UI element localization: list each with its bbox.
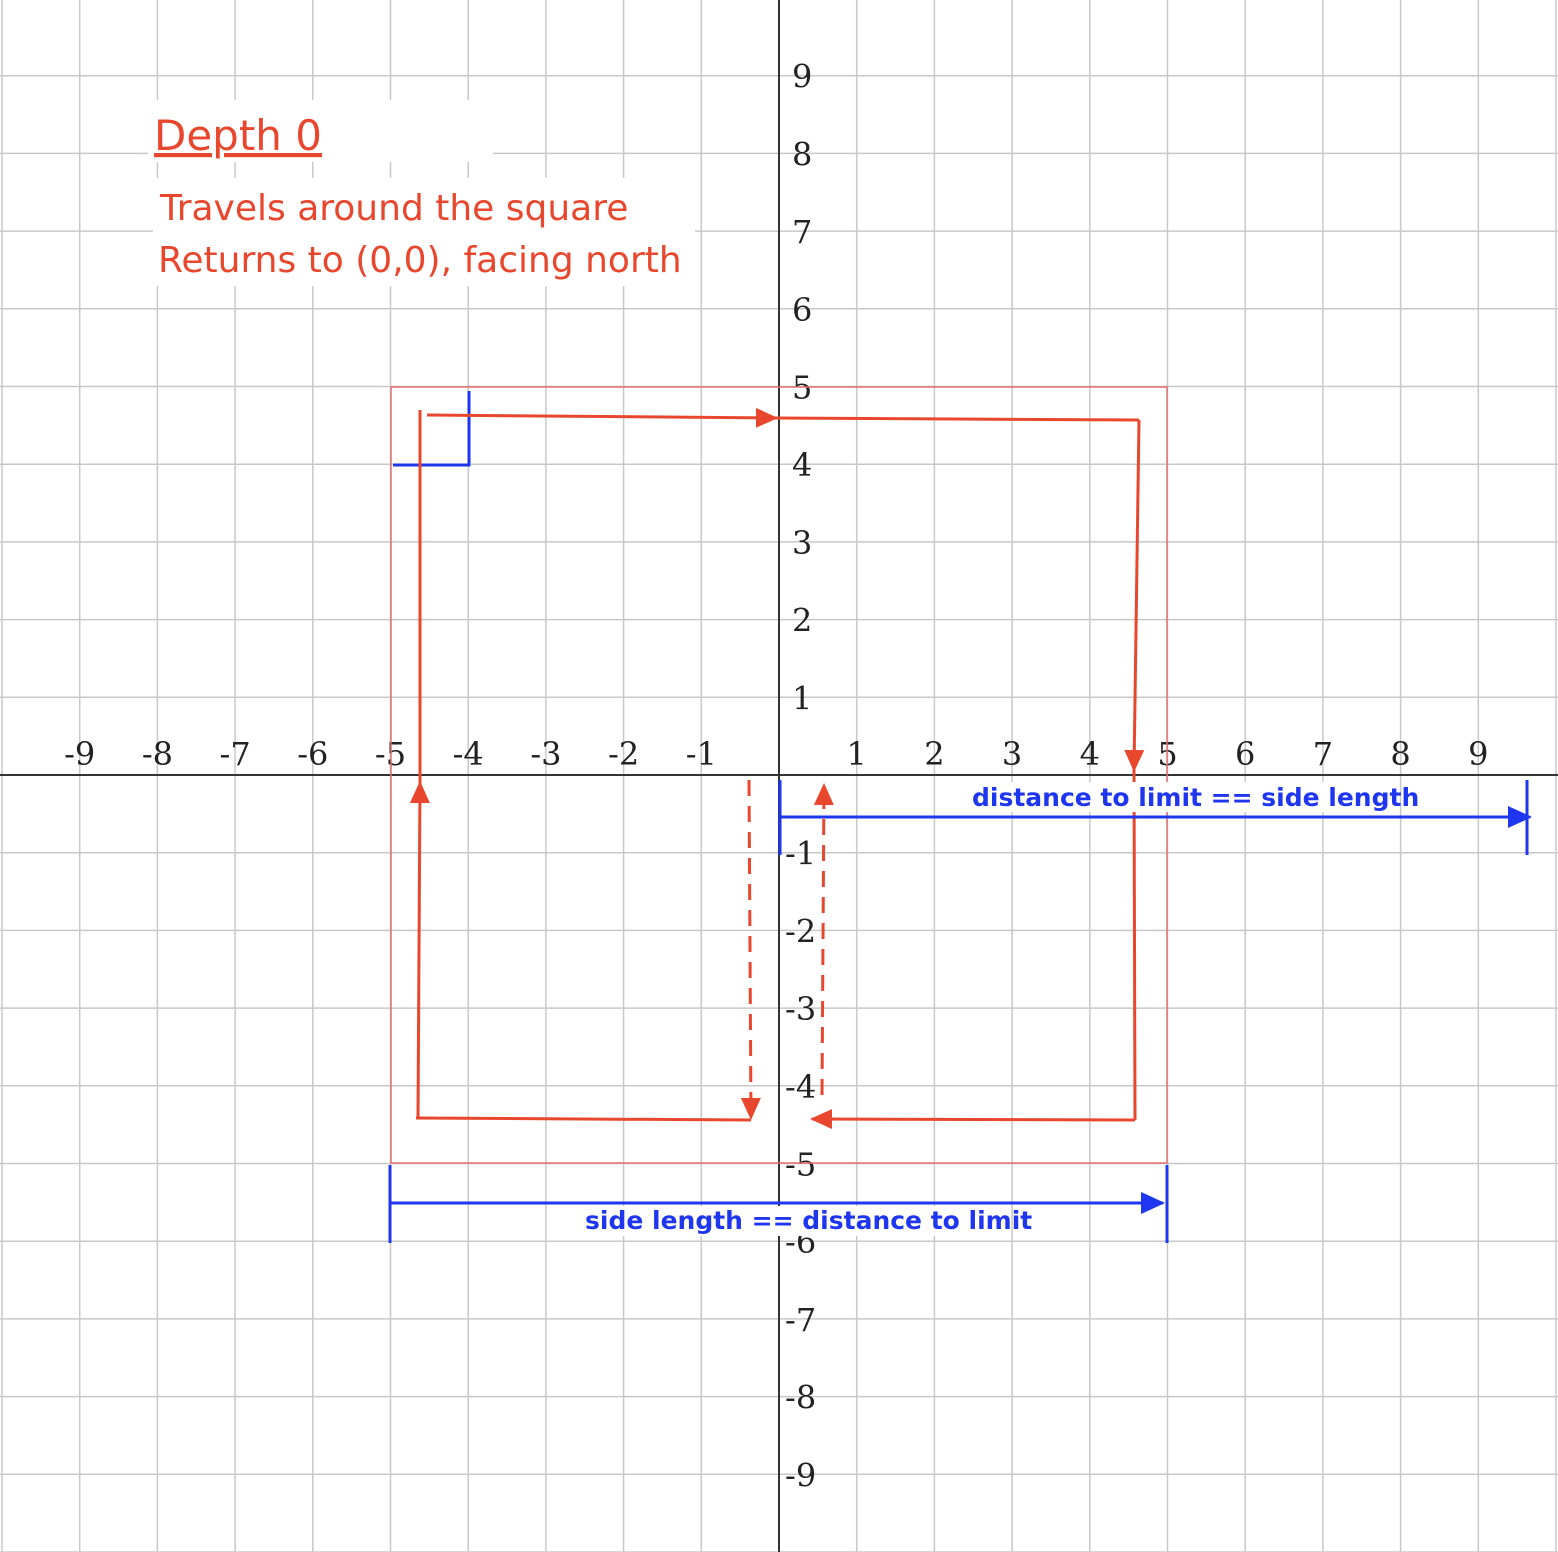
path-top-right-segment bbox=[775, 416, 1140, 422]
x-tick-label: -4 bbox=[453, 735, 484, 773]
diagram-title: Depth 0 bbox=[154, 111, 322, 160]
x-tick-label: -9 bbox=[64, 735, 95, 773]
y-tick-label: -7 bbox=[785, 1301, 816, 1339]
x-tick-label: 1 bbox=[847, 735, 867, 773]
note-line-1: Travels around the square bbox=[159, 188, 628, 229]
x-tick-label: 3 bbox=[1002, 735, 1022, 773]
x-tick-label: -2 bbox=[608, 735, 639, 773]
corner-marker bbox=[393, 391, 471, 467]
y-tick-label: -2 bbox=[785, 912, 816, 950]
y-tick-label: 6 bbox=[792, 291, 812, 329]
y-tick-label: -4 bbox=[785, 1068, 816, 1106]
y-tick-label: -3 bbox=[785, 990, 816, 1028]
x-tick-label: 7 bbox=[1313, 735, 1333, 773]
coordinate-grid-diagram: -9 -8 -7 -6 -5 -4 -3 -2 -1 1 2 3 4 5 6 7 8 9987654321-1-2… bbox=[0, 0, 1558, 1552]
x-tick-label: -6 bbox=[297, 735, 328, 773]
path-dashed-up bbox=[813, 783, 834, 1096]
y-tick-label: 2 bbox=[792, 602, 812, 640]
y-tick-label: -9 bbox=[785, 1456, 816, 1494]
x-tick-label: -7 bbox=[220, 735, 251, 773]
y-tick-label: -1 bbox=[785, 835, 816, 873]
y-tick-label: -8 bbox=[785, 1379, 816, 1417]
x-tick-label: 9 bbox=[1468, 735, 1488, 773]
path-bottom-left-segment bbox=[415, 1116, 752, 1122]
x-tick-label: 2 bbox=[924, 735, 944, 773]
side-label: side length == distance to limit bbox=[585, 1206, 1032, 1235]
path-right-down-top bbox=[1124, 419, 1145, 772]
x-tick-label: 4 bbox=[1080, 735, 1100, 773]
y-tick-label: 4 bbox=[792, 446, 812, 484]
y-tick-label: 8 bbox=[792, 135, 812, 173]
path-top-segment bbox=[426, 407, 778, 428]
path-left-up-bottom bbox=[409, 781, 430, 1119]
y-tick-label: 9 bbox=[792, 58, 812, 96]
y-tick-label: -5 bbox=[785, 1146, 816, 1184]
y-tick-label: 3 bbox=[792, 524, 812, 562]
x-tick-label: -3 bbox=[530, 735, 561, 773]
distance-label: distance to limit == side length bbox=[972, 783, 1419, 812]
x-tick-label: 6 bbox=[1235, 735, 1255, 773]
path-bottom-right-segment bbox=[810, 1109, 1136, 1130]
x-tick-label: -1 bbox=[686, 735, 717, 773]
y-tick-label: 7 bbox=[792, 213, 812, 251]
path-dashed-down bbox=[740, 779, 761, 1120]
x-tick-label: -8 bbox=[142, 735, 173, 773]
y-tick-label: 1 bbox=[792, 679, 812, 717]
x-tick-label: 8 bbox=[1390, 735, 1410, 773]
path-right-down-bottom bbox=[1132, 769, 1137, 1121]
note-line-2: Returns to (0,0), facing north bbox=[158, 240, 682, 281]
